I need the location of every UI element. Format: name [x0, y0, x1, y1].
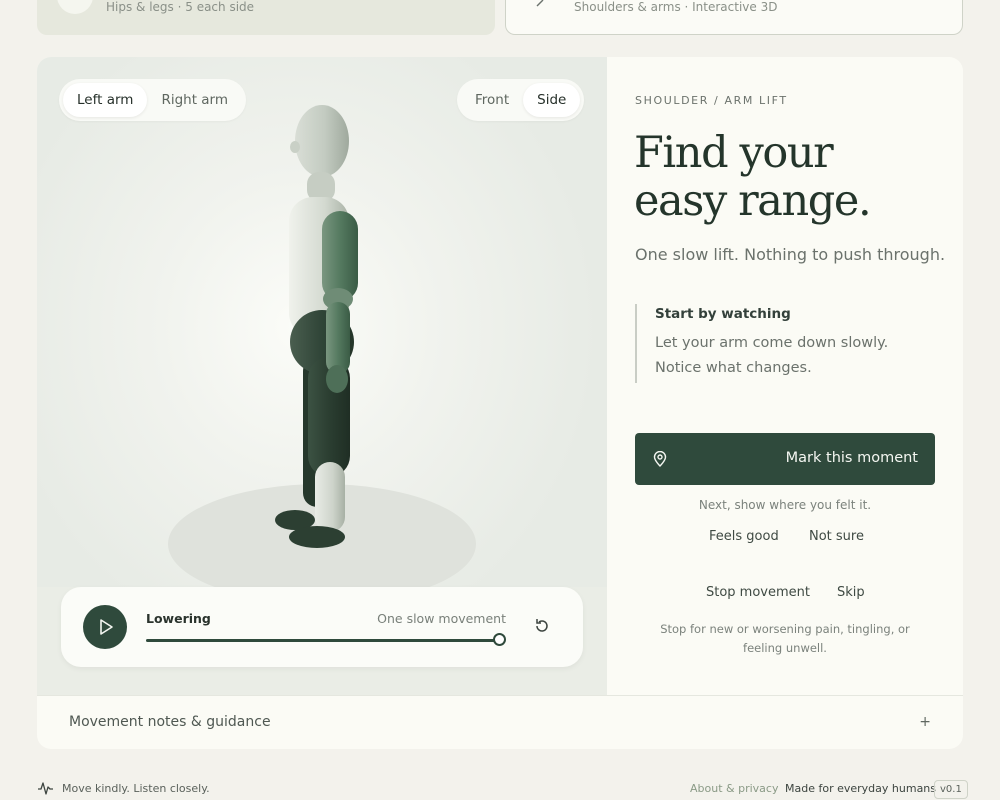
exercise-card-subtitle: Shoulders & arms · Interactive 3D	[574, 0, 778, 14]
made-for-text: Made for everyday humans	[785, 782, 937, 795]
next-hint: Next, show where you felt it.	[698, 498, 872, 512]
pencil-icon	[536, 0, 544, 7]
mark-moment-button[interactable]: Mark this moment	[635, 433, 935, 485]
movement-notes-accordion[interactable]: Movement notes & guidance +	[37, 695, 963, 749]
feels-good-button[interactable]: Feels good	[709, 529, 779, 544]
location-pin-icon	[653, 451, 667, 467]
right-arm-option[interactable]: Right arm	[147, 83, 242, 117]
headline-line-2: easy range.	[634, 176, 872, 226]
play-icon	[100, 619, 113, 635]
side-view-option[interactable]: Side	[523, 83, 581, 117]
lede-text: One slow lift. Nothing to push through.	[635, 245, 946, 264]
exercise-eyebrow: SHOULDER / ARM LIFT	[635, 94, 788, 107]
version-badge: v0.1	[934, 780, 968, 799]
exercise-card-shoulders-arms[interactable]: Shoulders & arms · Interactive 3D	[505, 0, 963, 35]
exercise-main-card: Left arm Right arm Front Side Lowering O…	[37, 57, 963, 749]
exercise-card-icon-circle	[57, 0, 93, 14]
view-toggle: Front Side	[457, 79, 585, 121]
progress-track[interactable]	[146, 639, 501, 642]
progress-thumb[interactable]	[493, 633, 506, 646]
exercise-card-hips-legs[interactable]: Hips & legs · 5 each side	[37, 0, 495, 35]
headline-line-1: Find your	[634, 128, 834, 178]
exercise-card-subtitle: Hips & legs · 5 each side	[106, 0, 255, 14]
about-privacy-link[interactable]: About & privacy	[690, 782, 778, 795]
skip-button[interactable]: Skip	[837, 585, 865, 600]
movement-hint: One slow movement	[377, 611, 506, 626]
movement-phase: Lowering	[146, 611, 211, 626]
left-arm-option[interactable]: Left arm	[63, 83, 148, 117]
stop-movement-button[interactable]: Stop movement	[706, 585, 810, 600]
tagline-text: Move kindly. Listen closely.	[62, 781, 210, 795]
replay-icon[interactable]	[533, 617, 551, 635]
3d-figure[interactable]	[37, 57, 607, 587]
not-sure-button[interactable]: Not sure	[809, 529, 864, 544]
mark-moment-label: Mark this moment	[785, 450, 918, 466]
instructions-panel: SHOULDER / ARM LIFT Find your easy range…	[607, 57, 963, 695]
notes-label: Movement notes & guidance	[69, 714, 271, 730]
expand-icon[interactable]: +	[919, 714, 931, 730]
pencil-icon	[68, 0, 82, 2]
callout-title: Start by watching	[655, 306, 791, 322]
safety-warning: Stop for new or worsening pain, tingling…	[660, 622, 910, 655]
play-button[interactable]	[83, 605, 127, 649]
page-title: Find your easy range.	[634, 128, 872, 226]
footer-tagline: Move kindly. Listen closely.	[37, 780, 210, 796]
movement-player: Lowering One slow movement	[61, 587, 583, 667]
callout-body: Let your arm come down slowly. Notice wh…	[655, 335, 889, 376]
3d-viewer[interactable]: Left arm Right arm Front Side Lowering O…	[37, 57, 607, 695]
front-view-option[interactable]: Front	[461, 83, 523, 117]
arm-toggle: Left arm Right arm	[59, 79, 247, 121]
pulse-icon	[38, 782, 53, 795]
instruction-callout: Start by watching Let your arm come down…	[635, 304, 935, 383]
